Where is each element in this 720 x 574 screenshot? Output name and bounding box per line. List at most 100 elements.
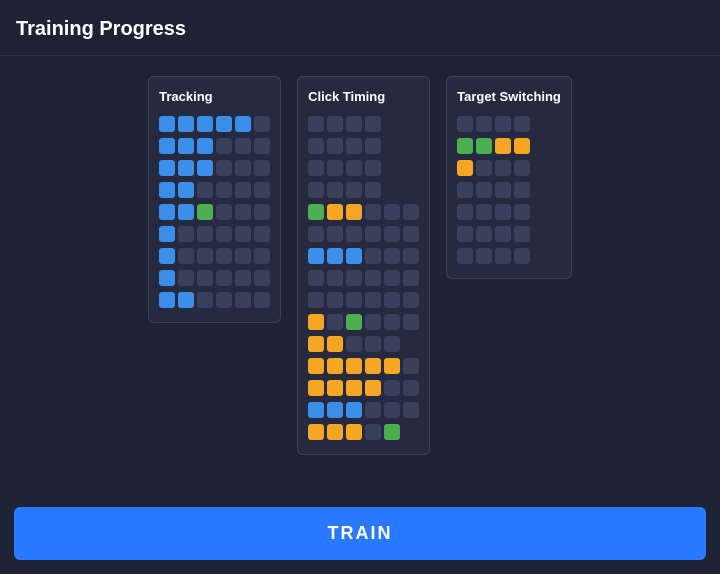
cell-empty	[495, 182, 511, 198]
grid-row	[308, 336, 419, 352]
cell-empty	[235, 182, 251, 198]
cell-blue	[159, 204, 175, 220]
cell-green	[197, 204, 213, 220]
cell-empty	[457, 204, 473, 220]
panel-title-target-switching: Target Switching	[457, 89, 561, 104]
cell-empty	[514, 116, 530, 132]
panel-tracking: Tracking	[148, 76, 281, 323]
cell-empty	[254, 226, 270, 242]
cell-empty	[384, 336, 400, 352]
grid-row	[159, 292, 270, 308]
cell-empty	[308, 160, 324, 176]
cell-empty	[365, 336, 381, 352]
cell-blue	[159, 138, 175, 154]
cell-blue	[308, 248, 324, 264]
cell-empty	[308, 292, 324, 308]
cell-empty	[216, 138, 232, 154]
cell-empty	[514, 226, 530, 242]
footer: TRAIN	[0, 497, 720, 574]
cell-empty	[457, 182, 473, 198]
cell-orange	[327, 424, 343, 440]
cell-empty	[327, 270, 343, 286]
grid-row	[457, 138, 561, 154]
cell-empty	[365, 204, 381, 220]
cell-empty	[384, 380, 400, 396]
cell-empty	[327, 226, 343, 242]
cell-green	[346, 314, 362, 330]
cell-empty	[327, 116, 343, 132]
cell-empty	[495, 116, 511, 132]
cell-blue	[346, 402, 362, 418]
cell-empty	[197, 270, 213, 286]
cell-blue	[159, 248, 175, 264]
grid-row	[308, 292, 419, 308]
cell-empty	[384, 270, 400, 286]
cell-empty	[495, 160, 511, 176]
cell-empty	[235, 160, 251, 176]
cell-empty	[235, 226, 251, 242]
grid-row	[308, 138, 419, 154]
cell-empty	[346, 182, 362, 198]
cell-blue	[178, 160, 194, 176]
grid-row	[159, 270, 270, 286]
grid-row	[457, 226, 561, 242]
cell-empty	[365, 314, 381, 330]
cell-blue	[159, 292, 175, 308]
cell-empty	[308, 226, 324, 242]
cell-blue	[327, 402, 343, 418]
cell-empty	[327, 138, 343, 154]
cell-empty	[514, 182, 530, 198]
train-button[interactable]: TRAIN	[14, 507, 706, 560]
cell-empty	[365, 292, 381, 308]
grid-row	[457, 160, 561, 176]
cell-empty	[476, 248, 492, 264]
cell-empty	[346, 336, 362, 352]
cell-empty	[254, 138, 270, 154]
cell-empty	[403, 380, 419, 396]
cell-empty	[254, 116, 270, 132]
cell-empty	[476, 116, 492, 132]
cell-empty	[384, 226, 400, 242]
cell-blue	[159, 226, 175, 242]
grid-row	[159, 138, 270, 154]
grid-row	[159, 182, 270, 198]
cell-empty	[365, 182, 381, 198]
cell-empty	[216, 292, 232, 308]
cell-empty	[384, 204, 400, 220]
cell-empty	[216, 160, 232, 176]
cell-blue	[159, 116, 175, 132]
cell-orange	[346, 380, 362, 396]
page-title: Training Progress	[16, 18, 186, 40]
cell-orange	[308, 314, 324, 330]
cell-empty	[235, 138, 251, 154]
cell-empty	[235, 204, 251, 220]
cell-blue	[346, 248, 362, 264]
header: Training Progress	[0, 0, 720, 56]
cell-empty	[365, 248, 381, 264]
cell-empty	[254, 270, 270, 286]
cell-empty	[403, 358, 419, 374]
cell-blue	[308, 402, 324, 418]
cell-empty	[365, 226, 381, 242]
cell-empty	[197, 248, 213, 264]
cell-empty	[514, 204, 530, 220]
cell-empty	[346, 160, 362, 176]
grid-row	[457, 204, 561, 220]
cell-empty	[365, 160, 381, 176]
main-content: Tracking Click Timing Target Switching	[0, 56, 720, 497]
cell-empty	[346, 270, 362, 286]
cell-empty	[178, 248, 194, 264]
cell-orange	[308, 380, 324, 396]
cell-blue	[327, 248, 343, 264]
cell-empty	[403, 226, 419, 242]
cell-blue	[178, 204, 194, 220]
cell-empty	[403, 270, 419, 286]
cell-blue	[159, 160, 175, 176]
cell-empty	[327, 292, 343, 308]
cell-empty	[495, 204, 511, 220]
cell-orange	[457, 160, 473, 176]
panel-title-click-timing: Click Timing	[308, 89, 419, 104]
cell-empty	[254, 248, 270, 264]
cell-orange	[346, 358, 362, 374]
cell-orange	[308, 424, 324, 440]
